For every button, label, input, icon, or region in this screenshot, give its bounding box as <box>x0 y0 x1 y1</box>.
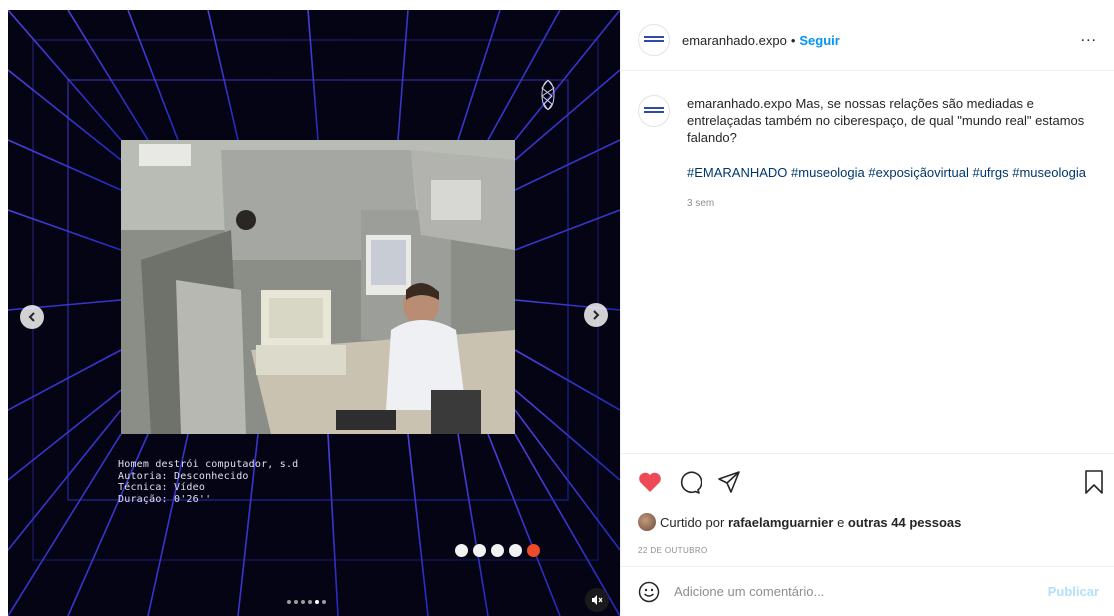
caption-comment: emaranhado.expo Mas, se nossas relações … <box>638 95 1098 212</box>
hashtag-link[interactable]: #museologia <box>791 165 865 180</box>
avatar[interactable] <box>638 513 656 531</box>
carousel-dot <box>308 600 312 604</box>
likes-summary: Curtido por rafaelamguarnier e outras 44… <box>638 513 961 531</box>
post-media[interactable]: Homem destrói computador, s.d Autoria: D… <box>8 10 620 616</box>
separator-dot: • <box>790 32 796 48</box>
carousel-dot <box>287 600 291 604</box>
comment-input[interactable]: Adicione um comentário... <box>674 584 1048 599</box>
hashtag-link[interactable]: #EMARANHADO <box>687 165 787 180</box>
header-username[interactable]: emaranhado.expo <box>682 33 787 48</box>
carousel-indicator <box>287 600 326 604</box>
chevron-right-icon <box>593 310 600 320</box>
bookmark-icon <box>1085 470 1103 494</box>
profile-logo-icon <box>644 106 664 116</box>
liked-and: e <box>837 514 845 530</box>
previous-slide-button[interactable] <box>20 305 44 329</box>
caption-text: emaranhado.expo Mas, se nossas relações … <box>687 95 1087 146</box>
hashtags: #EMARANHADO #museologia #exposiçãovirtua… <box>687 164 1087 181</box>
post-side-panel: emaranhado.expo • Seguir ... emaranhado.… <box>620 10 1114 616</box>
artwork-slide-indicator <box>455 544 540 557</box>
caption-title: Homem destrói computador, s.d <box>118 459 299 470</box>
paper-plane-icon <box>718 471 740 493</box>
share-button[interactable] <box>717 470 741 499</box>
hashtag-link[interactable]: #ufrgs <box>972 165 1008 180</box>
slide-dot[interactable] <box>473 544 486 557</box>
instagram-post-window: Homem destrói computador, s.d Autoria: D… <box>0 0 1114 616</box>
caption-technique: Técnica: Vídeo <box>118 482 206 493</box>
comment-body: emaranhado.expo Mas, se nossas relações … <box>687 95 1087 212</box>
liked-prefix: Curtido por <box>660 514 725 530</box>
carousel-dot <box>294 600 298 604</box>
post-date[interactable]: 22 DE OUTUBRO <box>638 546 708 555</box>
profile-logo-icon <box>644 35 664 45</box>
slide-dot[interactable] <box>509 544 522 557</box>
carousel-dot <box>322 600 326 604</box>
speaker-muted-icon <box>592 595 603 605</box>
save-button[interactable] <box>1084 470 1104 499</box>
more-options-icon[interactable]: ... <box>1081 29 1097 45</box>
time-ago[interactable]: 3 sem <box>687 195 1087 212</box>
follow-button[interactable]: Seguir <box>799 33 839 48</box>
slide-dot[interactable] <box>527 544 540 557</box>
add-comment-bar: Adicione um comentário... Publicar <box>621 566 1114 616</box>
caption-username[interactable]: emaranhado.expo <box>687 96 792 111</box>
slide-dot[interactable] <box>455 544 468 557</box>
chevron-left-icon <box>28 312 35 322</box>
avatar[interactable] <box>638 24 670 56</box>
wireframe-logo-icon <box>541 79 555 111</box>
next-slide-button[interactable] <box>584 303 608 327</box>
comment-button[interactable] <box>678 471 703 500</box>
carousel-dot <box>301 600 305 604</box>
heart-icon <box>639 472 661 492</box>
smiley-icon[interactable] <box>638 581 660 603</box>
office-cubicle-scene <box>121 140 515 434</box>
like-button[interactable] <box>638 471 662 498</box>
comment-bubble-icon <box>680 471 703 494</box>
publish-button[interactable]: Publicar <box>1048 584 1099 599</box>
caption-duration: Duração: 0'26'' <box>118 493 212 505</box>
post-header: emaranhado.expo • Seguir ... <box>621 10 1114 71</box>
video-frame[interactable] <box>121 140 515 434</box>
mute-button[interactable] <box>585 588 609 612</box>
avatar[interactable] <box>638 95 670 127</box>
slide-dot[interactable] <box>491 544 504 557</box>
liked-others-link[interactable]: outras 44 pessoas <box>848 515 961 530</box>
caption-author: Autoria: Desconhecido <box>118 470 249 482</box>
carousel-dot <box>315 600 319 604</box>
hashtag-link[interactable]: #museologia <box>1012 165 1086 180</box>
liked-username[interactable]: rafaelamguarnier <box>728 515 834 530</box>
artwork-caption: Homem destrói computador, s.d Autoria: D… <box>118 459 298 505</box>
hashtag-link[interactable]: #exposiçãovirtual <box>868 165 968 180</box>
